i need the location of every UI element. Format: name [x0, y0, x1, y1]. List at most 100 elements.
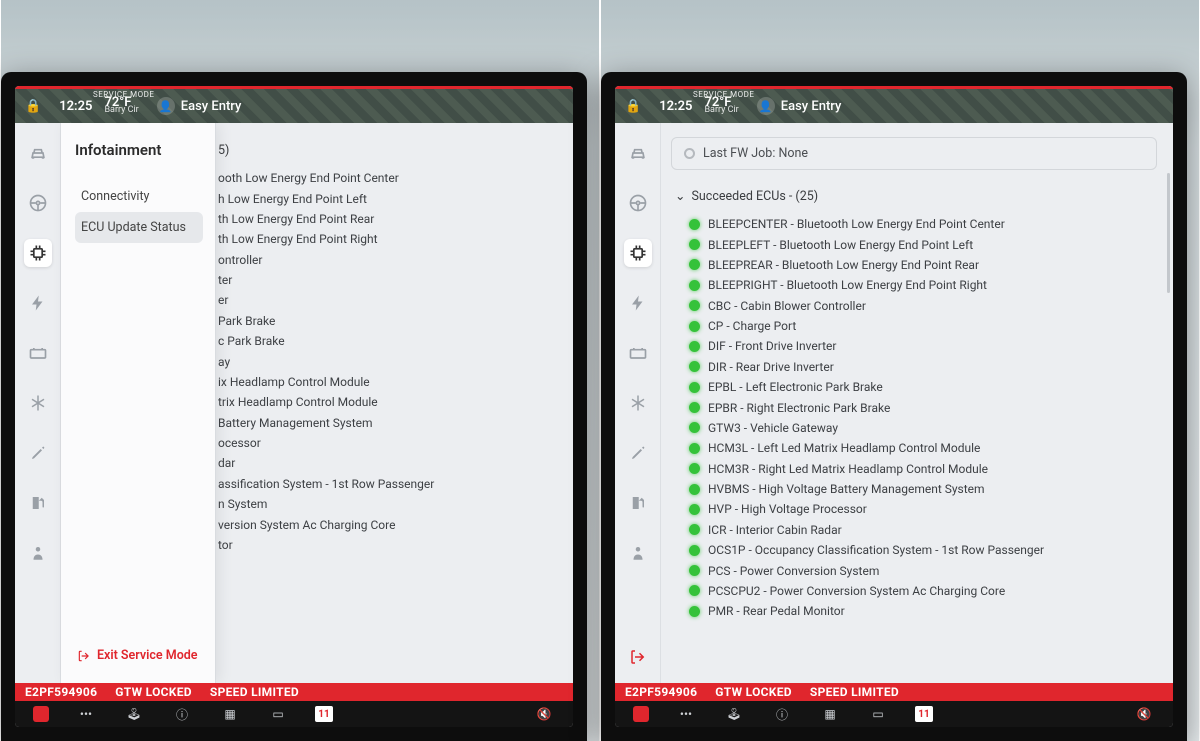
ecu-row[interactable]: PCS - Power Conversion System: [671, 560, 1157, 580]
ecu-row[interactable]: PMR - Rear Pedal Monitor: [671, 601, 1157, 621]
dock-calendar-icon[interactable]: 11: [315, 706, 333, 722]
ecu-row[interactable]: BLEEPCENTER - Bluetooth Low Energy End P…: [671, 214, 1157, 234]
ecu-row[interactable]: CBC - Cabin Blower Controller: [671, 296, 1157, 316]
submenu-item-connectivity[interactable]: Connectivity: [75, 181, 203, 212]
battery-icon[interactable]: [624, 339, 652, 367]
status-dot-icon: [689, 443, 700, 454]
dock-joystick-icon[interactable]: 🕹: [723, 705, 745, 723]
steering-wheel-icon[interactable]: [24, 189, 52, 217]
seat-icon[interactable]: [24, 539, 52, 567]
ecu-label: PCSCPU2 - Power Conversion System Ac Cha…: [708, 584, 1005, 598]
dock-mute-icon[interactable]: 🔇: [533, 705, 555, 723]
content-body: Infotainment Connectivity ECU Update Sta…: [15, 123, 573, 683]
profile-name[interactable]: Easy Entry: [781, 99, 842, 114]
ecu-row[interactable]: EPBR - Right Electronic Park Brake: [671, 397, 1157, 417]
right-screenshot: SERVICE MODE 🔒 12:25 72°F Barry Cir 👤 Ea…: [600, 0, 1200, 741]
ecu-row-partial: ter: [216, 270, 557, 290]
left-screenshot: SERVICE MODE 🔒 12:25 72°F Barry Cir 👤 Ea…: [0, 0, 600, 741]
dock-info-icon[interactable]: ⓘ: [171, 705, 193, 723]
seat-icon[interactable]: [624, 539, 652, 567]
profile-icon[interactable]: 👤: [157, 97, 175, 115]
exit-service-mode-link[interactable]: Exit Service Mode: [75, 640, 203, 671]
ecu-row-partial: th Low Energy End Point Right: [216, 229, 557, 249]
snowflake-icon[interactable]: [624, 389, 652, 417]
service-mode-label: SERVICE MODE: [93, 90, 154, 99]
battery-icon[interactable]: [24, 339, 52, 367]
ecu-row-partial: trix Headlamp Control Module: [216, 392, 557, 412]
car-icon[interactable]: [624, 139, 652, 167]
fuel-icon[interactable]: [624, 489, 652, 517]
ecu-label: HVBMS - High Voltage Battery Management …: [708, 482, 985, 496]
bottom-dock: ••• 🕹 ⓘ ▦ ▭ 11 🔇: [15, 701, 573, 727]
dock-info-icon[interactable]: ⓘ: [771, 705, 793, 723]
clock: 12:25: [59, 99, 92, 114]
dock-grid-icon[interactable]: ▦: [219, 705, 241, 723]
ecu-row[interactable]: BLEEPLEFT - Bluetooth Low Energy End Poi…: [671, 234, 1157, 254]
submenu-item-ecu-update[interactable]: ECU Update Status: [75, 212, 203, 243]
pencil-icon[interactable]: [24, 439, 52, 467]
ecu-label: PMR - Rear Pedal Monitor: [708, 604, 845, 618]
ecu-label: OCS1P - Occupancy Classification System …: [708, 543, 1044, 557]
service-mode-label: SERVICE MODE: [693, 90, 754, 99]
screen: SERVICE MODE 🔒 12:25 72°F Barry Cir 👤 Ea…: [15, 86, 573, 727]
ecu-row[interactable]: DIF - Front Drive Inverter: [671, 336, 1157, 356]
ecu-row[interactable]: HVBMS - High Voltage Battery Management …: [671, 479, 1157, 499]
dock-dash-icon[interactable]: ▭: [267, 705, 289, 723]
ecu-list-full[interactable]: Last FW Job: None ⌄ Succeeded ECUs - (25…: [661, 123, 1173, 683]
steering-wheel-icon[interactable]: [624, 189, 652, 217]
ecu-label: BLEEPRIGHT - Bluetooth Low Energy End Po…: [708, 278, 987, 292]
ecu-row-partial: th Low Energy End Point Rear: [216, 209, 557, 229]
profile-name[interactable]: Easy Entry: [181, 99, 242, 114]
status-dot-icon: [689, 585, 700, 596]
sidebar-rail: [15, 123, 61, 683]
status-dot-icon: [689, 463, 700, 474]
dock-calendar-icon[interactable]: 11: [915, 706, 933, 722]
sidebar-rail: [615, 123, 661, 683]
ecu-row[interactable]: ICR - Interior Cabin Radar: [671, 520, 1157, 540]
ecu-row-partial: n System: [216, 494, 557, 514]
status-dot-icon: [689, 239, 700, 250]
ecu-row[interactable]: EPBL - Left Electronic Park Brake: [671, 377, 1157, 397]
ecu-row[interactable]: HCM3R - Right Led Matrix Headlamp Contro…: [671, 459, 1157, 479]
ecu-row[interactable]: GTW3 - Vehicle Gateway: [671, 418, 1157, 438]
fuel-icon[interactable]: [24, 489, 52, 517]
ecu-row[interactable]: HVP - High Voltage Processor: [671, 499, 1157, 519]
succeeded-group-header[interactable]: ⌄ Succeeded ECUs - (25): [671, 182, 1157, 214]
bolt-icon[interactable]: [24, 289, 52, 317]
ecu-row-partial: tor: [216, 535, 557, 555]
ecu-row[interactable]: CP - Charge Port: [671, 316, 1157, 336]
dock-mute-icon[interactable]: 🔇: [1133, 705, 1155, 723]
dock-grid-icon[interactable]: ▦: [819, 705, 841, 723]
clock: 12:25: [659, 99, 692, 114]
ecu-row[interactable]: HCM3L - Left Led Matrix Headlamp Control…: [671, 438, 1157, 458]
dock-app-icon[interactable]: [633, 706, 649, 722]
scrollbar[interactable]: [1167, 173, 1170, 293]
dock-more-icon[interactable]: •••: [675, 705, 697, 723]
dock-joystick-icon[interactable]: 🕹: [123, 705, 145, 723]
profile-icon[interactable]: 👤: [757, 97, 775, 115]
snowflake-icon[interactable]: [24, 389, 52, 417]
ecu-row[interactable]: BLEEPRIGHT - Bluetooth Low Energy End Po…: [671, 275, 1157, 295]
dock-more-icon[interactable]: •••: [75, 705, 97, 723]
chip-icon[interactable]: [24, 239, 52, 267]
dock-app-icon[interactable]: [33, 706, 49, 722]
tablet-bezel: SERVICE MODE 🔒 12:25 72°F Barry Cir 👤 Ea…: [1, 72, 587, 741]
bolt-icon[interactable]: [624, 289, 652, 317]
ecu-row-partial: er: [216, 290, 557, 310]
ecu-row[interactable]: BLEEPREAR - Bluetooth Low Energy End Poi…: [671, 255, 1157, 275]
submenu-panel: Infotainment Connectivity ECU Update Sta…: [61, 123, 216, 683]
ecu-label: HCM3R - Right Led Matrix Headlamp Contro…: [708, 462, 988, 476]
status-dot-icon: [689, 259, 700, 270]
banner-vin: E2PF594906: [625, 685, 697, 699]
ecu-row[interactable]: DIR - Rear Drive Inverter: [671, 357, 1157, 377]
fw-job-row[interactable]: Last FW Job: None: [671, 137, 1157, 170]
status-dot-icon: [689, 219, 700, 230]
ecu-row[interactable]: PCSCPU2 - Power Conversion System Ac Cha…: [671, 581, 1157, 601]
chip-icon[interactable]: [624, 239, 652, 267]
ecu-row-partial: ontroller: [216, 250, 557, 270]
dock-dash-icon[interactable]: ▭: [867, 705, 889, 723]
pencil-icon[interactable]: [624, 439, 652, 467]
exit-icon[interactable]: [624, 643, 652, 671]
car-icon[interactable]: [24, 139, 52, 167]
ecu-row[interactable]: OCS1P - Occupancy Classification System …: [671, 540, 1157, 560]
